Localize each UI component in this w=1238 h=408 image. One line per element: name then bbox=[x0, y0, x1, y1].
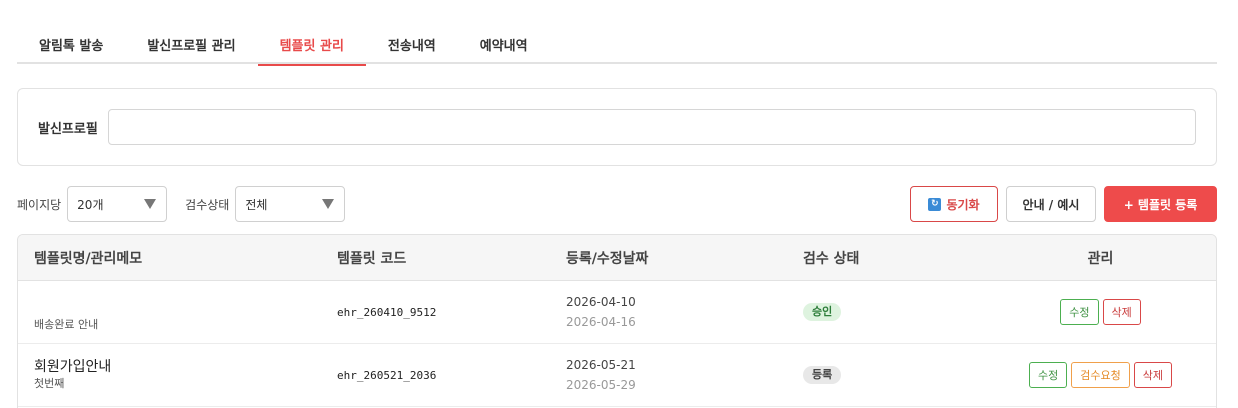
review-status-select[interactable]: 전체 bbox=[235, 186, 346, 222]
per-page-label: 페이지당 bbox=[17, 197, 62, 212]
sender-profile-label: 발신프로필 bbox=[38, 121, 98, 137]
add-template-button[interactable]: + 템플릿 등록 bbox=[1104, 186, 1217, 222]
updated-date: 2026-05-29 bbox=[566, 378, 636, 392]
status-badge: 등록 bbox=[803, 366, 842, 384]
tab-send-history[interactable]: 전송내역 bbox=[366, 24, 458, 64]
edit-button[interactable]: 수정 bbox=[1060, 299, 1099, 325]
template-memo: 배송완료 안내 bbox=[34, 318, 99, 331]
delete-button[interactable]: 삭제 bbox=[1102, 299, 1141, 325]
row-actions: 수정 검수요청 삭제 bbox=[985, 344, 1216, 406]
chevron-down-icon bbox=[144, 199, 157, 209]
toolbar: 페이지당 20개 검수상태 전체 ↻ 동기화 안내 / 예시 + 템플릿 등록 bbox=[17, 186, 1217, 222]
template-code: ehr_260521_2036 bbox=[337, 368, 437, 382]
updated-date: 2026-04-16 bbox=[566, 315, 636, 329]
sync-button[interactable]: ↻ 동기화 bbox=[910, 186, 998, 222]
template-code-cell: ehr_260410_9512 bbox=[322, 281, 551, 343]
sender-profile-input[interactable] bbox=[107, 109, 1196, 145]
template-code: ehr_260410_9512 bbox=[337, 305, 437, 319]
created-date: 2026-05-21 bbox=[566, 358, 636, 372]
column-header-code: 템플릿 코드 bbox=[337, 250, 407, 267]
template-date-cell: 2026-04-10 2026-04-16 bbox=[551, 281, 785, 343]
per-page-select[interactable]: 20개 bbox=[67, 186, 168, 222]
sync-label: 동기화 bbox=[946, 197, 980, 212]
tab-reservation-history[interactable]: 예약내역 bbox=[458, 24, 550, 64]
column-header-actions: 관리 bbox=[1087, 250, 1114, 267]
status-badge: 승인 bbox=[803, 303, 842, 321]
column-header-date: 등록/수정날짜 bbox=[566, 250, 649, 267]
tab-alimtalk-send[interactable]: 알림톡 발송 bbox=[17, 24, 125, 64]
review-status-label: 검수상태 bbox=[185, 197, 230, 212]
table-header: 템플릿명/관리메모 템플릿 코드 등록/수정날짜 검수 상태 관리 bbox=[18, 235, 1216, 281]
template-name-cell: 배송완료 안내 bbox=[18, 281, 322, 343]
table-row: 회원가입안내 첫번째 ehr_260521_2036 2026-05-21 20… bbox=[18, 344, 1216, 407]
tab-bar: 알림톡 발송 발신프로필 관리 템플릿 관리 전송내역 예약내역 bbox=[17, 24, 1217, 66]
created-date: 2026-04-10 bbox=[566, 295, 636, 309]
column-header-status: 검수 상태 bbox=[803, 250, 860, 267]
refresh-icon: ↻ bbox=[928, 197, 942, 211]
column-header-name: 템플릿명/관리메모 bbox=[34, 250, 143, 267]
table-row: 배송완료 안내 ehr_260410_9512 2026-04-10 2026-… bbox=[18, 281, 1216, 344]
template-name-cell: 회원가입안내 첫번째 bbox=[18, 344, 322, 406]
chevron-down-icon bbox=[322, 199, 335, 209]
template-code-cell: ehr_260521_2036 bbox=[322, 344, 551, 406]
template-name: 회원가입안내 bbox=[34, 359, 112, 375]
template-date-cell: 2026-05-21 2026-05-29 bbox=[551, 344, 785, 406]
row-actions: 수정 삭제 bbox=[985, 281, 1216, 343]
request-review-button[interactable]: 검수요청 bbox=[1071, 362, 1130, 388]
per-page-value: 20개 bbox=[77, 197, 104, 212]
template-table: 템플릿명/관리메모 템플릿 코드 등록/수정날짜 검수 상태 관리 배송완료 안… bbox=[17, 234, 1217, 408]
review-status-cell: 승인 bbox=[785, 281, 985, 343]
tab-sender-profile[interactable]: 발신프로필 관리 bbox=[125, 24, 257, 64]
guide-button[interactable]: 안내 / 예시 bbox=[1006, 186, 1096, 222]
tab-template-manage[interactable]: 템플릿 관리 bbox=[257, 24, 367, 66]
template-memo: 첫번째 bbox=[34, 377, 65, 390]
review-status-cell: 등록 bbox=[785, 344, 985, 406]
delete-button[interactable]: 삭제 bbox=[1133, 362, 1172, 388]
review-status-value: 전체 bbox=[245, 197, 268, 212]
sender-profile-panel: 발신프로필 bbox=[17, 88, 1217, 166]
edit-button[interactable]: 수정 bbox=[1029, 362, 1068, 388]
